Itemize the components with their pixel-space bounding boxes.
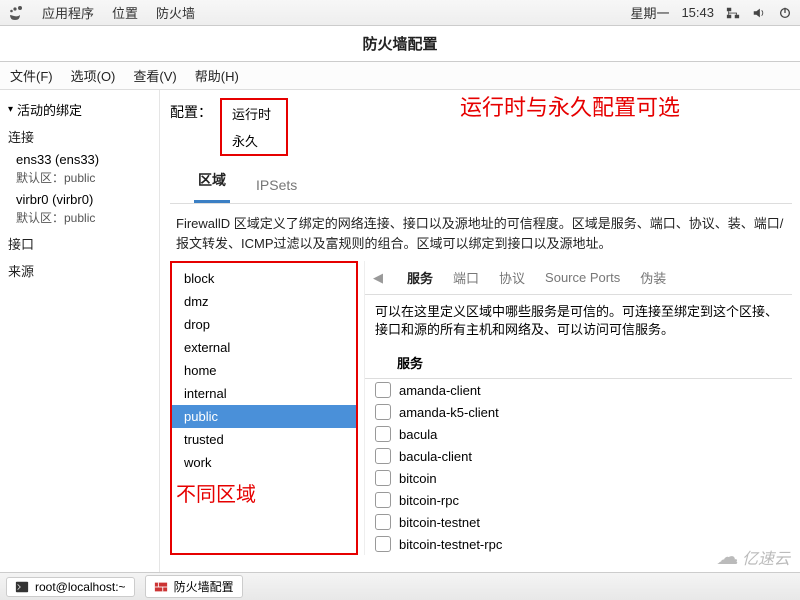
task-terminal-label: root@localhost:~ [35, 580, 126, 594]
sub-tab-source-ports[interactable]: Source Ports [545, 270, 620, 285]
menu-help[interactable]: 帮助(H) [195, 66, 239, 85]
service-label: amanda-client [399, 383, 481, 398]
watermark: ☁ 亿速云 [716, 544, 790, 570]
annotation-bottom: 不同区域 [176, 478, 256, 507]
sidebar-connections-title: 连接 [0, 123, 159, 150]
menu-applications[interactable]: 应用程序 [42, 3, 94, 22]
zone-detail-pane: ◀ 服务 端口 协议 Source Ports 伪装 可以在这里定义区域中哪些服… [364, 261, 792, 555]
zone-description: FirewallD 区域定义了绑定的网络连接、接口以及源地址的可信程度。区域是服… [176, 214, 786, 253]
content-area: 配置： 运行时 永久 运行时与永久配置可选 区域 IPSets Firewall… [160, 90, 800, 572]
service-row[interactable]: amanda-k5-client [365, 401, 792, 423]
task-firewall[interactable]: 防火墙配置 [145, 575, 243, 598]
sub-tab-protocols[interactable]: 协议 [499, 268, 525, 287]
sidebar-header[interactable]: ▾ 活动的绑定 [0, 96, 159, 123]
desktop-taskbar: root@localhost:~ 防火墙配置 [0, 572, 800, 600]
config-selector[interactable]: 运行时 永久 [220, 98, 288, 156]
service-row[interactable]: amanda-client [365, 379, 792, 401]
config-opt-runtime[interactable]: 运行时 [222, 100, 286, 127]
zone-item-block[interactable]: block [172, 267, 356, 290]
sidebar-sources-title[interactable]: 来源 [0, 257, 159, 284]
zone-item-trusted[interactable]: trusted [172, 428, 356, 451]
sidebar-conn-item[interactable]: virbr0 (virbr0) 默认区：public [0, 190, 159, 230]
sidebar-conn-item[interactable]: ens33 (ens33) 默认区：public [0, 150, 159, 190]
volume-icon[interactable] [752, 6, 766, 20]
zone-item-home[interactable]: home [172, 359, 356, 382]
service-label: bacula-client [399, 449, 472, 464]
conn-default: 默认区：public [0, 209, 159, 230]
sub-tab-spoof[interactable]: 伪装 [640, 268, 666, 287]
sidebar-header-label: 活动的绑定 [17, 100, 82, 119]
zone-item-dmz[interactable]: dmz [172, 290, 356, 313]
service-checkbox[interactable] [375, 536, 391, 552]
menu-file[interactable]: 文件(F) [10, 66, 53, 85]
menubar: 文件(F) 选项(O) 查看(V) 帮助(H) [0, 62, 800, 90]
service-row[interactable]: bitcoin-testnet [365, 511, 792, 533]
sub-tab-services[interactable]: 服务 [407, 268, 433, 287]
menu-firewall[interactable]: 防火墙 [156, 3, 195, 22]
task-terminal[interactable]: root@localhost:~ [6, 577, 135, 597]
services-description: 可以在这里定义区域中哪些服务是可信的。可连接至绑定到这个区接、接口和源的所有主机… [375, 303, 782, 339]
services-header: 服务 [365, 347, 792, 379]
chevron-down-icon: ▾ [8, 104, 13, 115]
services-list: amanda-client amanda-k5-client bacula bacul… [365, 379, 792, 555]
service-label: bitcoin-testnet [399, 515, 480, 530]
sidebar-interfaces-title[interactable]: 接口 [0, 230, 159, 257]
service-checkbox[interactable] [375, 514, 391, 530]
service-label: bitcoin-testnet-rpc [399, 537, 502, 552]
service-checkbox[interactable] [375, 382, 391, 398]
cloud-icon: ☁ [716, 544, 738, 570]
menu-options[interactable]: 选项(O) [71, 66, 116, 85]
terminal-icon [15, 580, 29, 594]
service-checkbox[interactable] [375, 470, 391, 486]
service-row[interactable]: bitcoin-rpc [365, 489, 792, 511]
firewall-icon [154, 580, 168, 594]
clock-time: 15:43 [681, 5, 714, 20]
zone-item-external[interactable]: external [172, 336, 356, 359]
service-checkbox[interactable] [375, 492, 391, 508]
services-header-label: 服务 [397, 353, 423, 372]
conn-name: virbr0 (virbr0) [0, 190, 159, 209]
annotation-top: 运行时与永久配置可选 [460, 90, 680, 122]
service-label: amanda-k5-client [399, 405, 499, 420]
zone-item-internal[interactable]: internal [172, 382, 356, 405]
window-title: 防火墙配置 [0, 26, 800, 62]
task-firewall-label: 防火墙配置 [174, 578, 234, 595]
scroll-left-icon[interactable]: ◀ [369, 270, 387, 286]
conn-default: 默认区：public [0, 169, 159, 190]
zone-item-public[interactable]: public [172, 405, 356, 428]
sub-tab-ports[interactable]: 端口 [453, 268, 479, 287]
zone-item-work[interactable]: work [172, 451, 356, 474]
service-row[interactable]: bacula [365, 423, 792, 445]
service-checkbox[interactable] [375, 404, 391, 420]
service-label: bitcoin-rpc [399, 493, 459, 508]
sub-tabs: ◀ 服务 端口 协议 Source Ports 伪装 [365, 261, 792, 295]
zone-item-drop[interactable]: drop [172, 313, 356, 336]
service-checkbox[interactable] [375, 448, 391, 464]
watermark-text: 亿速云 [742, 545, 790, 569]
conn-name: ens33 (ens33) [0, 150, 159, 169]
gnome-logo-icon [8, 5, 24, 21]
sidebar: ▾ 活动的绑定 连接 ens33 (ens33) 默认区：public virb… [0, 90, 160, 572]
config-opt-permanent[interactable]: 永久 [222, 127, 286, 154]
top-tabs: 区域 IPSets [170, 162, 792, 204]
tab-ipsets[interactable]: IPSets [252, 169, 301, 203]
service-checkbox[interactable] [375, 426, 391, 442]
power-icon[interactable] [778, 6, 792, 20]
config-label: 配置： [170, 98, 212, 122]
network-icon[interactable] [726, 6, 740, 20]
service-label: bacula [399, 427, 437, 442]
service-row[interactable]: bacula-client [365, 445, 792, 467]
tab-zones[interactable]: 区域 [194, 162, 230, 203]
menu-view[interactable]: 查看(V) [133, 66, 176, 85]
zone-list: blockdmzdropexternalhomeinternalpublictr… [170, 261, 358, 555]
service-label: bitcoin [399, 471, 437, 486]
service-row[interactable]: bitcoin [365, 467, 792, 489]
menu-places[interactable]: 位置 [112, 3, 138, 22]
desktop-topbar: 应用程序 位置 防火墙 星期一 15:43 [0, 0, 800, 26]
clock-day: 星期一 [630, 3, 669, 22]
